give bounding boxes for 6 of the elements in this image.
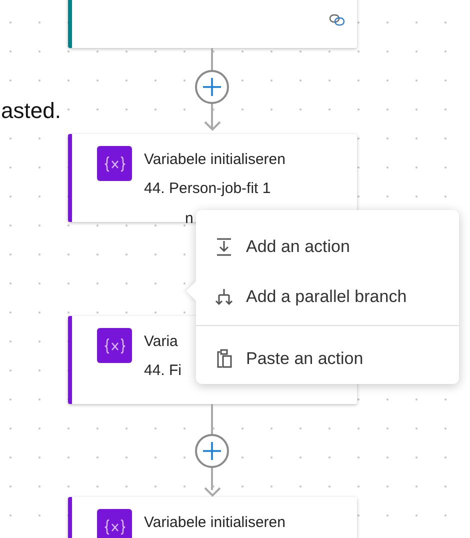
card-title: Variabele initialiseren xyxy=(144,151,286,168)
card-subtitle: 44. Person-job-fit 1 xyxy=(144,180,271,197)
card-title: Varia xyxy=(144,333,178,350)
card-subtitle: 44. Fi xyxy=(144,362,182,379)
card-title: Variabele initialiseren xyxy=(144,514,286,531)
note-text: asted. xyxy=(1,98,61,124)
